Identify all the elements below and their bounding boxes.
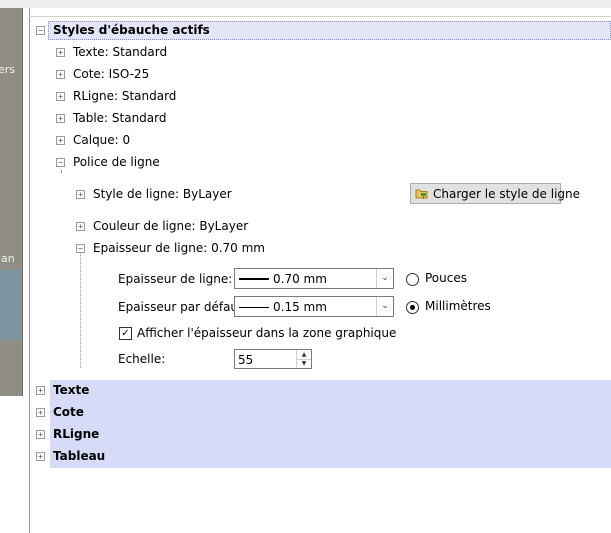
tree-guide: [80, 248, 81, 368]
radio-millimetres-label[interactable]: Millimètres: [425, 299, 491, 313]
collapse-icon[interactable]: −: [36, 26, 45, 35]
tree-item-calque[interactable]: Calque: 0: [73, 133, 130, 147]
tree-item-style-de-ligne[interactable]: Style de ligne: ByLayer: [93, 187, 232, 201]
section-row-rligne[interactable]: [50, 424, 611, 446]
left-panel-label: ers: [0, 63, 16, 76]
radio-pouces-label[interactable]: Pouces: [425, 271, 467, 285]
section-row-texte[interactable]: [50, 380, 611, 402]
section-cote-label: Cote: [53, 405, 84, 419]
left-panel-label: lan: [0, 252, 15, 265]
default-weight-value: 0.15 mm: [273, 300, 327, 314]
expand-icon[interactable]: +: [76, 222, 85, 231]
chevron-down-icon[interactable]: ⌄: [376, 297, 393, 316]
tree-item-couleur-de-ligne[interactable]: Couleur de ligne: ByLayer: [93, 219, 248, 233]
load-line-style-button[interactable]: Charger le style de ligne: [410, 183, 580, 204]
tree-item-rligne-standard[interactable]: RLigne: Standard: [73, 89, 176, 103]
tree-item-epaisseur-de-ligne[interactable]: Epaisseur de ligne: 0.70 mm: [93, 241, 265, 255]
left-panel-selection[interactable]: [0, 270, 22, 340]
expand-icon[interactable]: +: [36, 430, 45, 439]
folder-load-icon: [415, 189, 428, 199]
section-tableau-label: Tableau: [53, 449, 106, 463]
expand-icon[interactable]: +: [36, 408, 45, 417]
spin-down-icon[interactable]: ▼: [297, 359, 311, 368]
tree-item-table-standard[interactable]: Table: Standard: [73, 111, 166, 125]
expand-icon[interactable]: +: [56, 48, 65, 57]
expand-icon[interactable]: +: [56, 92, 65, 101]
expand-icon[interactable]: +: [56, 114, 65, 123]
show-weight-label[interactable]: Afficher l'épaisseur dans la zone graphi…: [137, 326, 396, 340]
default-weight-combobox[interactable]: 0.15 mm ⌄: [234, 296, 394, 317]
collapse-icon[interactable]: −: [56, 158, 65, 167]
top-band: [0, 0, 611, 8]
line-weight-combobox[interactable]: 0.70 mm ⌄: [234, 268, 394, 289]
scale-spin-buttons: ▲ ▼: [296, 350, 311, 368]
expand-icon[interactable]: +: [56, 136, 65, 145]
tree-item-police-de-ligne[interactable]: Police de ligne: [73, 155, 160, 169]
panel-divider: [29, 8, 30, 533]
section-texte-label: Texte: [53, 383, 90, 397]
collapse-icon[interactable]: −: [76, 244, 85, 253]
default-weight-label: Epaisseur par défaut:: [118, 300, 247, 314]
scale-spinbox[interactable]: 55 ▲ ▼: [234, 349, 312, 369]
left-panel: ers lan: [0, 8, 23, 396]
radio-pouces[interactable]: [406, 273, 419, 286]
section-row-cote[interactable]: [50, 402, 611, 424]
section-rligne-label: RLigne: [53, 427, 100, 441]
tree-item-cote-iso[interactable]: Cote: ISO-25: [73, 67, 149, 81]
line-weight-value: 0.70 mm: [273, 272, 327, 286]
scale-label: Echelle:: [118, 352, 166, 366]
radio-millimetres[interactable]: [406, 301, 419, 314]
tree-root-label: Styles d'ébauche actifs: [53, 23, 210, 37]
load-line-style-label: Charger le style de ligne: [433, 187, 581, 201]
panel-top-rule: [29, 16, 611, 17]
expand-icon[interactable]: +: [36, 452, 45, 461]
show-weight-checkbox[interactable]: ✓: [119, 327, 132, 340]
expand-icon[interactable]: +: [76, 190, 85, 199]
line-weight-label: Epaisseur de ligne:: [118, 272, 233, 286]
radio-selected-dot: [410, 305, 415, 310]
chevron-down-icon[interactable]: ⌄: [376, 269, 393, 288]
line-weight-preview: [239, 278, 269, 280]
tree-item-texte-standard[interactable]: Texte: Standard: [73, 45, 167, 59]
expand-icon[interactable]: +: [36, 386, 45, 395]
tree-guide: [61, 170, 62, 172]
scale-value: 55: [238, 353, 254, 367]
default-weight-preview: [239, 307, 269, 308]
expand-icon[interactable]: +: [56, 70, 65, 79]
section-row-tableau[interactable]: [50, 446, 611, 468]
